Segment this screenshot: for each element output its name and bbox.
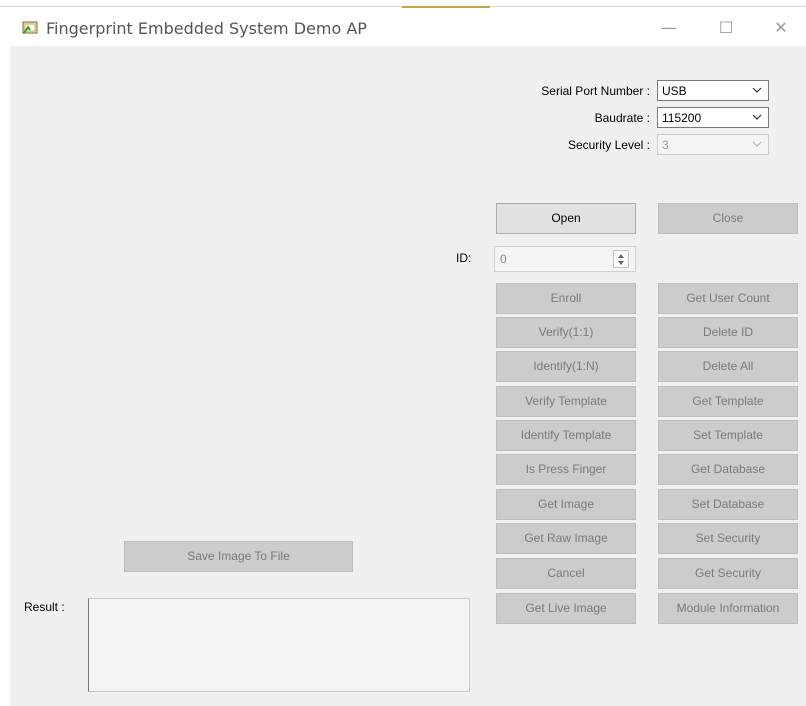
get-user-count-button[interactable]: Get User Count: [658, 283, 798, 314]
window-title: Fingerprint Embedded System Demo AP: [46, 19, 367, 38]
app-window: Fingerprint Embedded System Demo AP — ☐ …: [0, 0, 806, 706]
baudrate-value: 115200: [662, 111, 702, 125]
get-database-button[interactable]: Get Database: [658, 454, 798, 485]
close-button[interactable]: ✕: [758, 14, 804, 42]
get-raw-image-button[interactable]: Get Raw Image: [496, 523, 636, 554]
down-arrow-icon[interactable]: [618, 261, 624, 265]
result-textbox[interactable]: [88, 598, 470, 692]
module-information-button[interactable]: Module Information: [658, 593, 798, 624]
identify-template-button[interactable]: Identify Template: [496, 420, 636, 451]
verify-button[interactable]: Verify(1:1): [496, 317, 636, 348]
security-level-label: Security Level :: [567, 138, 650, 152]
chevron-down-icon: [752, 138, 762, 148]
set-database-button[interactable]: Set Database: [658, 489, 798, 520]
stepper-arrows[interactable]: [613, 250, 629, 268]
close-port-button[interactable]: Close: [658, 203, 798, 234]
id-stepper[interactable]: 0: [494, 246, 636, 272]
is-press-finger-button[interactable]: Is Press Finger: [496, 454, 636, 485]
minimize-button[interactable]: —: [646, 14, 692, 42]
id-label: ID:: [456, 251, 472, 265]
serial-port-value: USB: [662, 84, 687, 98]
baudrate-label: Baudrate :: [594, 111, 650, 125]
get-template-button[interactable]: Get Template: [658, 386, 798, 417]
serial-port-label: Serial Port Number :: [541, 84, 650, 98]
serial-port-select[interactable]: USB: [657, 80, 769, 101]
delete-id-button[interactable]: Delete ID: [658, 317, 798, 348]
save-image-button[interactable]: Save Image To File: [124, 541, 353, 572]
security-level-select[interactable]: 3: [657, 134, 769, 155]
baudrate-select[interactable]: 115200: [657, 107, 769, 128]
security-level-value: 3: [662, 138, 669, 152]
identify-button[interactable]: Identify(1:N): [496, 351, 636, 382]
delete-all-button[interactable]: Delete All: [658, 351, 798, 382]
get-security-button[interactable]: Get Security: [658, 558, 798, 589]
chevron-down-icon: [752, 111, 762, 121]
chevron-down-icon: [752, 84, 762, 94]
title-bar[interactable]: Fingerprint Embedded System Demo AP — ☐ …: [0, 8, 806, 46]
get-image-button[interactable]: Get Image: [496, 489, 636, 520]
open-button[interactable]: Open: [496, 203, 636, 234]
result-label: Result :: [24, 600, 65, 614]
maximize-button[interactable]: ☐: [703, 14, 749, 42]
set-template-button[interactable]: Set Template: [658, 420, 798, 451]
cancel-button[interactable]: Cancel: [496, 558, 636, 589]
id-value: 0: [500, 252, 507, 266]
client-area: Serial Port Number : USB Baudrate : 1152…: [10, 46, 806, 706]
up-arrow-icon[interactable]: [618, 254, 624, 258]
get-live-image-button[interactable]: Get Live Image: [496, 593, 636, 624]
verify-template-button[interactable]: Verify Template: [496, 386, 636, 417]
set-security-button[interactable]: Set Security: [658, 523, 798, 554]
enroll-button[interactable]: Enroll: [496, 283, 636, 314]
fingerprint-app-icon: [22, 21, 38, 35]
